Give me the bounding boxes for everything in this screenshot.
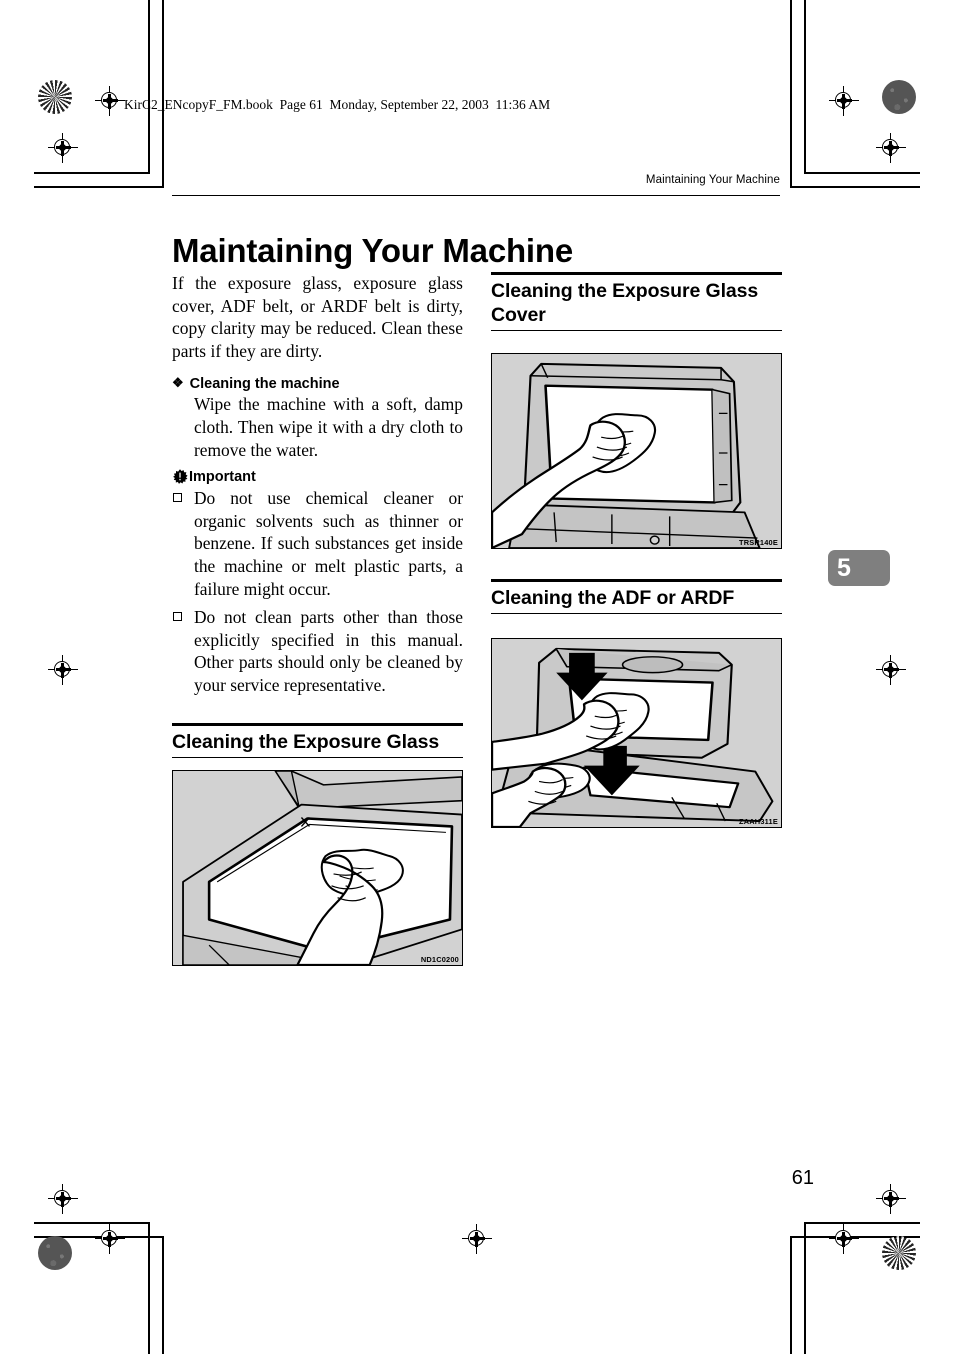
left-column: If the exposure glass, exposure glass co…: [172, 272, 463, 966]
keyword-title: Cleaning the machine: [189, 376, 340, 393]
keyword-body: Wipe the machine with a soft, damp cloth…: [194, 394, 463, 460]
figure-id: ND1C0200: [420, 954, 459, 964]
registration-target-left-lower: [48, 1184, 78, 1214]
crop-mark-bottom-left: [34, 1216, 182, 1354]
halftone-registration-dot-top-right: [882, 80, 916, 114]
chapter-thumb-tab: 5: [828, 550, 890, 586]
square-bullet-icon: [173, 493, 182, 503]
diamond-bullet-icon: ❖: [172, 375, 184, 391]
registration-target-left-upper: [48, 133, 78, 163]
keyword-title-row: ❖ Cleaning the machine: [172, 376, 463, 392]
section-heading-exposure-glass-cover: Cleaning the Exposure Glass Cover: [491, 272, 782, 331]
crop-mark-bottom-right: [772, 1216, 920, 1354]
registration-target-bottom-right: [829, 1224, 859, 1254]
crop-mark-top-left: [34, 0, 182, 202]
important-item-2: Do not clean parts other than those expl…: [172, 606, 463, 696]
running-head: Maintaining Your Machine: [645, 174, 780, 186]
chapter-tab-number: 5: [837, 553, 851, 582]
hand-wiping-exposure-glass-illustration: [173, 770, 462, 965]
square-bullet-icon: [173, 612, 182, 622]
figure-exposure-glass-cover: TRSR140E: [491, 353, 782, 549]
important-item-text: Do not use chemical cleaner or organic s…: [194, 488, 463, 599]
halftone-registration-dot-top-left: [38, 80, 72, 114]
figure-exposure-glass: ND1C0200: [172, 769, 463, 966]
section-heading-text: Cleaning the ADF or ARDF: [491, 587, 735, 609]
section-heading-text: Cleaning the Exposure Glass Cover: [491, 280, 759, 326]
header-rule: [172, 195, 780, 197]
two-hands-wiping-adf-belt-illustration: [492, 639, 781, 827]
registration-target-top-right: [829, 86, 859, 116]
registration-target-top-left: [95, 86, 125, 116]
keyword-block-cleaning-the-machine: ❖ Cleaning the machine Wipe the machine …: [172, 376, 463, 461]
page-number: 61: [791, 1167, 814, 1189]
registration-target-right-middle: [876, 655, 906, 685]
figure-adf-ardf: ZAAH311E: [491, 638, 782, 828]
registration-target-right-upper: [876, 133, 906, 163]
hand-wiping-exposure-glass-cover-illustration: [492, 354, 781, 548]
registration-target-bottom-left: [95, 1224, 125, 1254]
printer-marks-layer: [0, 0, 954, 1354]
crop-mark-top-right: [772, 0, 920, 202]
registration-target-bottom-center: [462, 1224, 492, 1254]
registration-target-left-middle: [48, 655, 78, 685]
section-heading-exposure-glass: Cleaning the Exposure Glass: [172, 722, 463, 758]
important-item-1: Do not use chemical cleaner or organic s…: [172, 487, 463, 600]
section-heading-text: Cleaning the Exposure Glass: [172, 730, 440, 753]
section-heading-adf-ardf: Cleaning the ADF or ARDF: [491, 579, 782, 614]
registration-target-right-lower: [876, 1184, 906, 1214]
important-label: Important: [189, 469, 256, 486]
halftone-registration-dot-bottom-left: [38, 1236, 72, 1270]
figure-id: TRSR140E: [739, 538, 778, 547]
halftone-registration-dot-bottom-right: [882, 1236, 916, 1270]
book-file-header: KirC2_ENcopyF_FM.book Page 61 Monday, Se…: [124, 97, 551, 112]
gear-exclamation-icon: [172, 469, 188, 485]
intro-paragraph: If the exposure glass, exposure glass co…: [172, 273, 463, 361]
figure-id: ZAAH311E: [739, 817, 778, 826]
page-title: Maintaining Your Machine: [172, 232, 574, 270]
right-column: Cleaning the Exposure Glass Cover TRSR14…: [491, 272, 782, 828]
important-heading: Important: [172, 469, 463, 485]
important-item-text: Do not clean parts other than those expl…: [194, 607, 463, 695]
